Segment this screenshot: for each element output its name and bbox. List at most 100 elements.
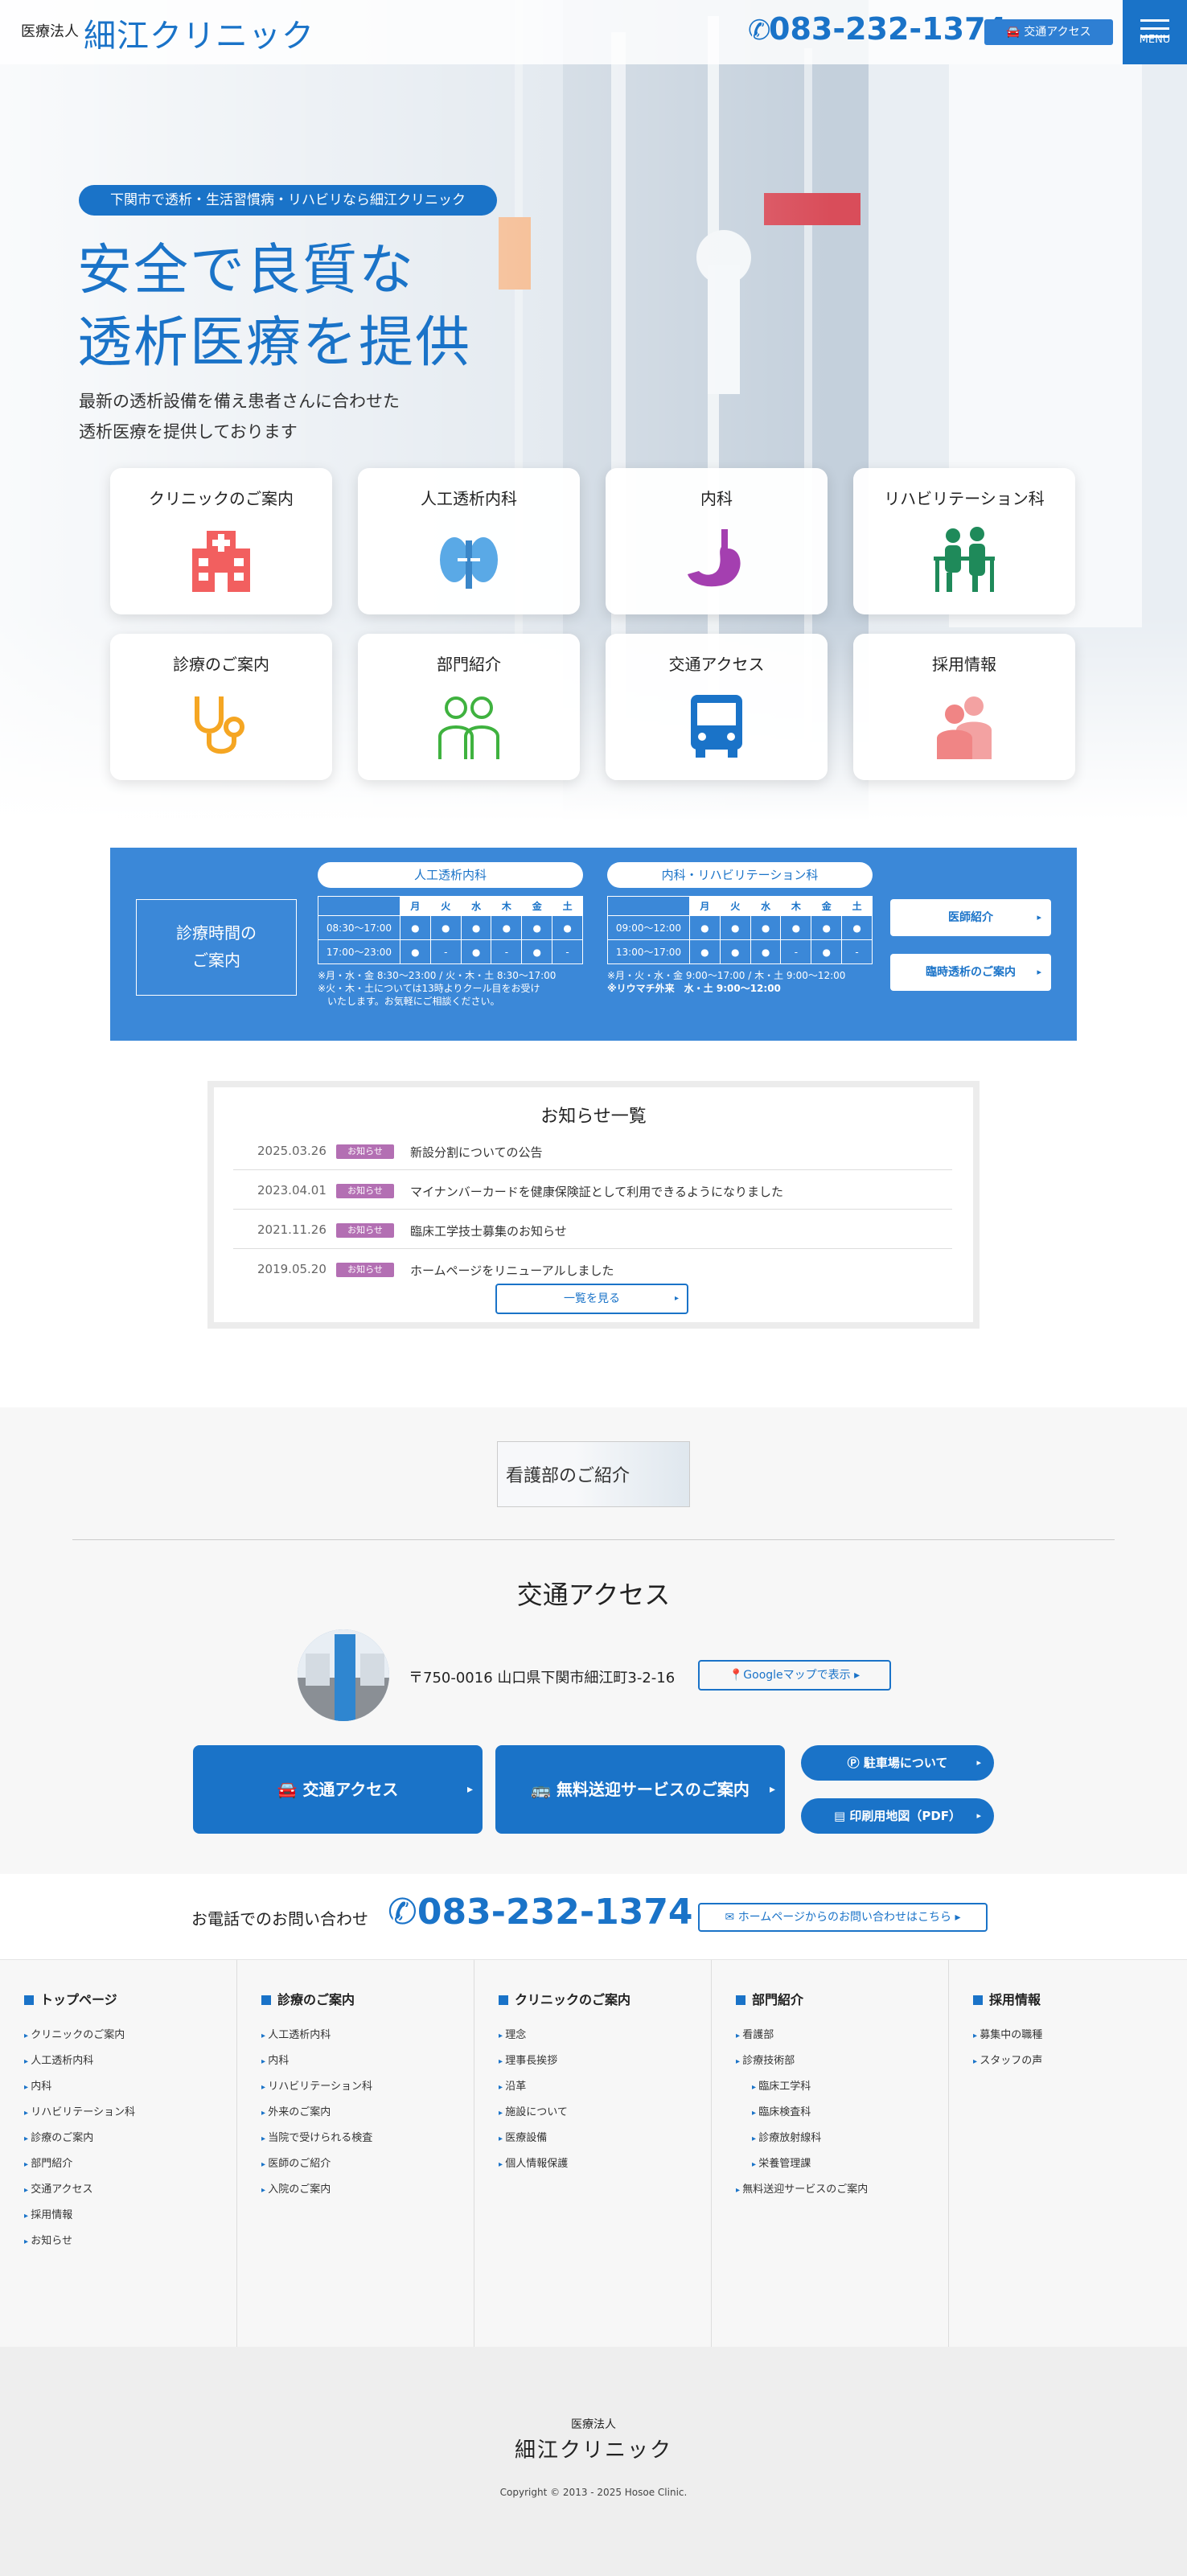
footer-link[interactable]: 診療技術部 — [736, 2052, 948, 2077]
contact-phone[interactable]: ✆083-232-1374 — [388, 1892, 693, 1933]
news-text: マイナンバーカードを健康保険証として利用できるようになりました — [410, 1185, 783, 1199]
footer-link[interactable]: 人工透析内科 — [261, 2026, 474, 2052]
hero-section: 下関市で透析・生活習慣病・リハビリなら細江クリニック 安全で良質な 透析医療を提… — [0, 0, 1187, 820]
tile-clinic-guide[interactable]: クリニックのご案内 — [110, 468, 332, 614]
table-header-day: 木 — [491, 896, 523, 916]
footer-link[interactable]: 部門紹介 — [24, 2155, 236, 2180]
menu-button[interactable]: MENU — [1123, 0, 1187, 64]
header-phone-number: 083-232-1374 — [769, 11, 1007, 47]
doctor-intro-button[interactable]: 医師紹介 — [890, 899, 1051, 936]
news-item[interactable]: 2025.03.26 お知らせ 新設分割についての公告 — [233, 1131, 952, 1170]
footer-link[interactable]: 理事長挨拶 — [499, 2052, 711, 2077]
tile-dialysis[interactable]: 人工透析内科 — [358, 468, 580, 614]
shuttle-button-label: 無料送迎サービスのご案内 — [556, 1780, 750, 1799]
tile-label: 交通アクセス — [668, 655, 765, 674]
footer-link[interactable]: 内科 — [24, 2077, 236, 2103]
table-row: 09:00〜12:00 ● ● ● ● ● ● — [607, 915, 873, 940]
site-footer: 医療法人 細江クリニック Copyright © 2013 - 2025 Hos… — [0, 2347, 1187, 2576]
stethoscope-icon — [195, 696, 244, 754]
status-cell: ● — [491, 915, 523, 940]
table-header-day: 金 — [811, 896, 843, 916]
tile-recruit[interactable]: 採用情報 — [853, 634, 1075, 780]
footer-col-title[interactable]: 採用情報 — [973, 1989, 1186, 2008]
tile-internal-medicine[interactable]: 内科 — [606, 468, 828, 614]
status-cell: ● — [521, 939, 553, 964]
footer-sublink[interactable]: 臨床検査科 — [736, 2103, 948, 2129]
status-cell: ● — [750, 915, 782, 940]
tile-rehabilitation[interactable]: リハビリテーション科 — [853, 468, 1075, 614]
footer-link[interactable]: 理念 — [499, 2026, 711, 2052]
note-line: ※月・水・金 8:30〜23:00 / 火・木・土 8:30〜17:00 — [318, 970, 557, 981]
footer-sublink[interactable]: 臨床工学科 — [736, 2077, 948, 2103]
footer-link[interactable]: 医療設備 — [499, 2129, 711, 2155]
footer-link[interactable]: 交通アクセス — [24, 2180, 236, 2206]
news-date: 2025.03.26 — [257, 1144, 327, 1158]
footer-link[interactable]: 無料送迎サービスのご案内 — [736, 2180, 948, 2206]
news-more-button[interactable]: 一覧を見る — [495, 1284, 688, 1314]
google-map-button[interactable]: 📍Googleマップで表示 ▸ — [698, 1660, 891, 1691]
parking-icon: Ⓟ — [847, 1756, 864, 1770]
tile-label: 人工透析内科 — [421, 489, 517, 508]
footer-link[interactable]: 当院で受けられる検査 — [261, 2129, 474, 2155]
status-cell: ● — [400, 915, 431, 940]
footer-link[interactable]: クリニックのご案内 — [24, 2026, 236, 2052]
header-access-button[interactable]: 🚘 交通アクセス — [984, 19, 1113, 45]
footer-link[interactable]: 募集中の職種 — [973, 2026, 1186, 2052]
print-map-label: 印刷用地図（PDF） — [849, 1809, 962, 1823]
temporary-dialysis-button[interactable]: 臨時透析のご案内 — [890, 954, 1051, 991]
footer-link[interactable]: 施設について — [499, 2103, 711, 2129]
footer-org-type: 医療法人 — [571, 2418, 616, 2431]
news-badge: お知らせ — [336, 1223, 394, 1238]
footer-link[interactable]: 入院のご案内 — [261, 2180, 474, 2206]
tile-label: 内科 — [700, 489, 733, 508]
news-item[interactable]: 2023.04.01 お知らせ マイナンバーカードを健康保険証として利用できるよ… — [233, 1170, 952, 1210]
header-phone[interactable]: ✆083-232-1374 — [748, 11, 1007, 47]
shuttle-service-button[interactable]: 🚌 無料送迎サービスのご案内 — [495, 1745, 785, 1834]
hero-title: 安全で良質な 透析医療を提供 — [77, 235, 471, 380]
footer-col-title[interactable]: クリニックのご案内 — [499, 1989, 711, 2008]
footer-link[interactable]: 内科 — [261, 2052, 474, 2077]
tile-access[interactable]: 交通アクセス — [606, 634, 828, 780]
tile-medical-guide[interactable]: 診療のご案内 — [110, 634, 332, 780]
footer-link[interactable]: 看護部 — [736, 2026, 948, 2052]
schedule-internal-label: 内科・リハビリテーション科 — [607, 862, 873, 888]
status-cell: ● — [460, 915, 492, 940]
footer-sublink[interactable]: 診療放射線科 — [736, 2129, 948, 2155]
footer-link[interactable]: 個人情報保護 — [499, 2155, 711, 2180]
tile-label: 部門紹介 — [437, 655, 501, 674]
footer-col-title[interactable]: トップページ — [24, 1989, 236, 2008]
schedule-title-line2: ご案内 — [192, 951, 240, 970]
print-map-button[interactable]: ▤ 印刷用地図（PDF） — [801, 1798, 994, 1834]
footer-sublink[interactable]: 栄養管理課 — [736, 2155, 948, 2180]
footer-col-title[interactable]: 診療のご案内 — [261, 1989, 474, 2008]
footer-link[interactable]: リハビリテーション科 — [261, 2077, 474, 2103]
footer-link[interactable]: 医師のご紹介 — [261, 2155, 474, 2180]
news-item[interactable]: 2021.11.26 お知らせ 臨床工学技士募集のお知らせ — [233, 1210, 952, 1249]
logo-clinic-name[interactable]: 細江クリニック — [84, 10, 314, 56]
footer-link[interactable]: 人工透析内科 — [24, 2052, 236, 2077]
footer-link[interactable]: 採用情報 — [24, 2206, 236, 2232]
access-button[interactable]: 🚘 交通アクセス — [193, 1745, 483, 1834]
news-item[interactable]: 2019.05.20 お知らせ ホームページをリニューアルしました — [233, 1249, 952, 1288]
tile-label: 採用情報 — [932, 655, 996, 674]
footer-link[interactable]: お知らせ — [24, 2232, 236, 2258]
footer-col-title[interactable]: 部門紹介 — [736, 1989, 948, 2008]
footer-link[interactable]: スタッフの声 — [973, 2052, 1186, 2077]
footer-clinic-name[interactable]: 細江クリニック — [0, 2434, 1187, 2463]
time-cell: 08:30〜17:00 — [318, 915, 400, 940]
hero-subtitle: 最新の透析設備を備え患者さんに合わせた 透析医療を提供しております — [79, 386, 400, 447]
tile-departments[interactable]: 部門紹介 — [358, 634, 580, 780]
footer-col-recruit: 採用情報 募集中の職種 スタッフの声 — [949, 1960, 1186, 2348]
nursing-banner[interactable]: 看護部のご紹介 — [497, 1441, 690, 1507]
schedule-title-line1: 診療時間の — [176, 923, 257, 943]
web-contact-button[interactable]: ✉ ホームページからのお問い合わせはこちら ▸ — [698, 1903, 988, 1932]
footer-link[interactable]: リハビリテーション科 — [24, 2103, 236, 2129]
footer-link[interactable]: 診療のご案内 — [24, 2129, 236, 2155]
kidney-icon — [440, 537, 498, 589]
parking-button[interactable]: Ⓟ 駐車場について — [801, 1745, 994, 1781]
news-date: 2019.05.20 — [257, 1262, 327, 1276]
footer-link[interactable]: 沿革 — [499, 2077, 711, 2103]
status-cell: - — [491, 939, 523, 964]
table-header-blank — [318, 896, 400, 916]
footer-link[interactable]: 外来のご案内 — [261, 2103, 474, 2129]
